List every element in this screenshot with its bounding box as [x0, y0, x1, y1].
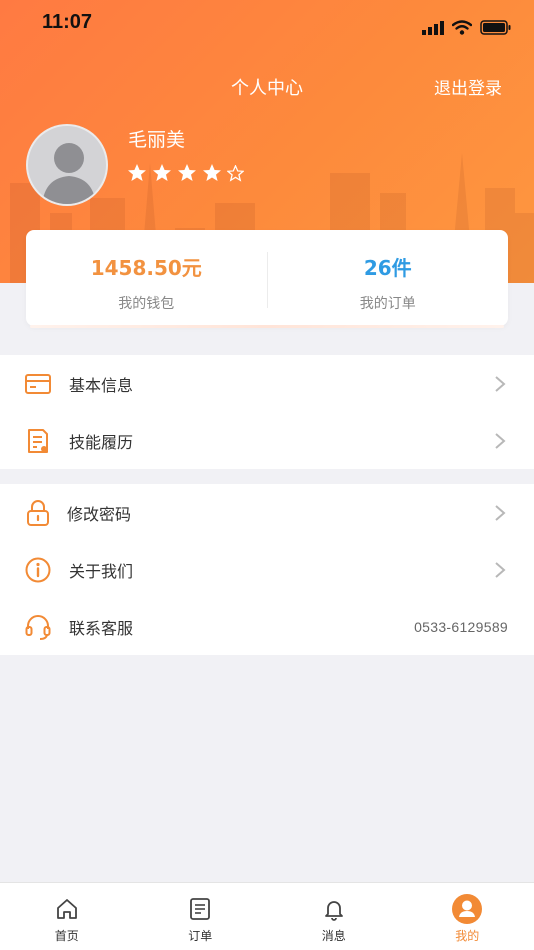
- star-empty-icon: [227, 165, 244, 182]
- wallet-label: 我的钱包: [118, 296, 175, 312]
- star-filled-icon: [128, 164, 146, 181]
- menu-item-customer-service[interactable]: 联系客服 0533-6129589: [0, 598, 534, 655]
- tab-label: 我的: [455, 929, 480, 943]
- tab-label: 首页: [54, 929, 79, 943]
- home-icon: [56, 899, 77, 919]
- menu-item-change-password[interactable]: 修改密码: [0, 484, 534, 541]
- tab-label: 订单: [188, 929, 213, 943]
- menu-item-skills[interactable]: 技能履历: [0, 412, 534, 469]
- avatar[interactable]: [26, 124, 108, 206]
- menu-item-label: 技能履历: [69, 432, 134, 452]
- status-time: 11:07: [42, 11, 93, 33]
- rating-stars: [127, 163, 244, 183]
- chevron-right-icon: [495, 432, 506, 449]
- stats-card: 1458.50元 我的钱包 26件 我的订单: [26, 230, 508, 326]
- menu-item-about-us[interactable]: 关于我们: [0, 541, 534, 598]
- tab-messages[interactable]: 消息: [267, 883, 401, 950]
- orders-count: 26件: [363, 256, 412, 280]
- chevron-right-icon: [495, 561, 506, 578]
- tab-orders[interactable]: 订单: [134, 883, 268, 950]
- tab-mine[interactable]: 我的: [401, 883, 534, 950]
- bell-icon: [324, 901, 343, 921]
- star-filled-icon: [153, 164, 171, 181]
- menu-group-settings: 修改密码 关于我们 联系客服 0533-6129589: [0, 484, 534, 655]
- tab-label: 消息: [321, 929, 346, 943]
- info-icon: [25, 557, 51, 582]
- signal-icon: [422, 20, 444, 35]
- lock-icon: [27, 499, 49, 526]
- star-filled-icon: [178, 164, 196, 181]
- id-card-icon: [25, 373, 51, 394]
- tab-home[interactable]: 首页: [0, 883, 134, 950]
- order-icon: [190, 898, 211, 920]
- wallet-stat[interactable]: 1458.50元 我的钱包: [26, 230, 267, 326]
- card-shadow-line: [30, 325, 504, 328]
- orders-label: 我的订单: [359, 296, 416, 312]
- orders-stat[interactable]: 26件 我的订单: [268, 230, 509, 326]
- menu-item-basic-info[interactable]: 基本信息: [0, 355, 534, 412]
- chevron-right-icon: [495, 375, 506, 392]
- headset-icon: [25, 614, 51, 640]
- menu-group-profile: 基本信息 技能履历: [0, 355, 534, 469]
- wifi-icon: [452, 20, 472, 35]
- logout-button[interactable]: 退出登录: [434, 74, 502, 99]
- wallet-amount: 1458.50元: [90, 256, 202, 280]
- menu-item-label: 关于我们: [69, 561, 134, 581]
- menu-item-label: 基本信息: [69, 375, 134, 395]
- bottom-tab-bar: 首页 订单 消息 我的: [0, 882, 534, 950]
- user-name: 毛丽美: [128, 129, 186, 151]
- menu-item-label: 修改密码: [67, 504, 132, 524]
- status-icons: [422, 20, 512, 35]
- menu-item-label: 联系客服: [69, 618, 134, 638]
- battery-icon: [480, 20, 511, 35]
- star-filled-icon: [203, 164, 221, 181]
- chevron-right-icon: [495, 504, 506, 521]
- user-icon: [452, 894, 483, 924]
- service-phone-number[interactable]: 0533-6129589: [414, 619, 508, 635]
- resume-icon: [28, 428, 48, 453]
